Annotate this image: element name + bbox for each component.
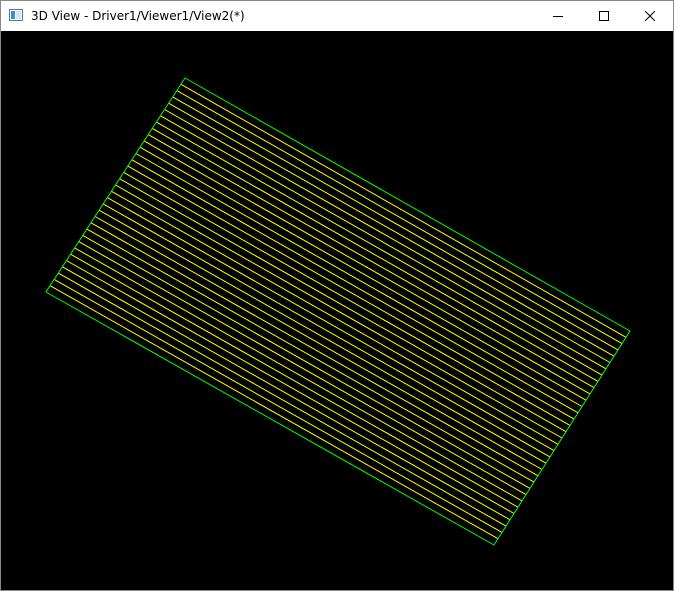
scene-canvas[interactable] <box>1 31 673 590</box>
hatch-line <box>168 102 615 357</box>
hatch-line <box>127 165 575 420</box>
hatch-line <box>70 253 519 508</box>
hatch-line <box>111 190 559 445</box>
hatch-line <box>115 184 563 439</box>
hatch-line <box>66 260 515 514</box>
hatch-line <box>98 209 547 464</box>
hatch-line <box>176 90 623 345</box>
hatch-line <box>143 140 591 395</box>
hatch-line <box>49 285 499 540</box>
close-icon <box>645 11 655 21</box>
hatch-line <box>139 146 587 401</box>
hatch-line <box>180 83 627 338</box>
hatch-line <box>94 216 543 470</box>
app-window: 3D View - Driver1/Viewer1/View2(*) <box>0 0 674 591</box>
hatch-line <box>172 96 619 351</box>
hatch-line <box>147 134 595 389</box>
hatch-line <box>86 228 535 483</box>
3d-viewport[interactable] <box>1 31 673 590</box>
hatch-line <box>160 115 607 370</box>
hatch-line <box>135 153 583 407</box>
minimize-icon <box>553 16 563 17</box>
minimize-button[interactable] <box>535 1 581 31</box>
hatch-line <box>102 203 551 458</box>
hatch-line <box>58 272 507 527</box>
hatch-line <box>164 109 611 363</box>
hatch-line <box>107 197 555 452</box>
hatch-line <box>156 121 603 376</box>
hatch-line <box>123 171 571 426</box>
close-button[interactable] <box>627 1 673 31</box>
title-bar[interactable]: 3D View - Driver1/Viewer1/View2(*) <box>1 1 673 31</box>
hatch-line <box>152 127 599 382</box>
hatch-line <box>78 241 527 496</box>
maximize-button[interactable] <box>581 1 627 31</box>
hatch-line <box>90 222 539 477</box>
hatch-line <box>53 278 503 533</box>
hatch-line <box>74 247 523 502</box>
hatch-line <box>131 159 579 414</box>
hatch-line <box>119 178 567 433</box>
hatch-line <box>62 266 511 521</box>
window-title: 3D View - Driver1/Viewer1/View2(*) <box>31 9 245 23</box>
maximize-icon <box>599 11 609 21</box>
viewer-window-icon <box>9 9 23 21</box>
hatch-line <box>82 234 531 489</box>
